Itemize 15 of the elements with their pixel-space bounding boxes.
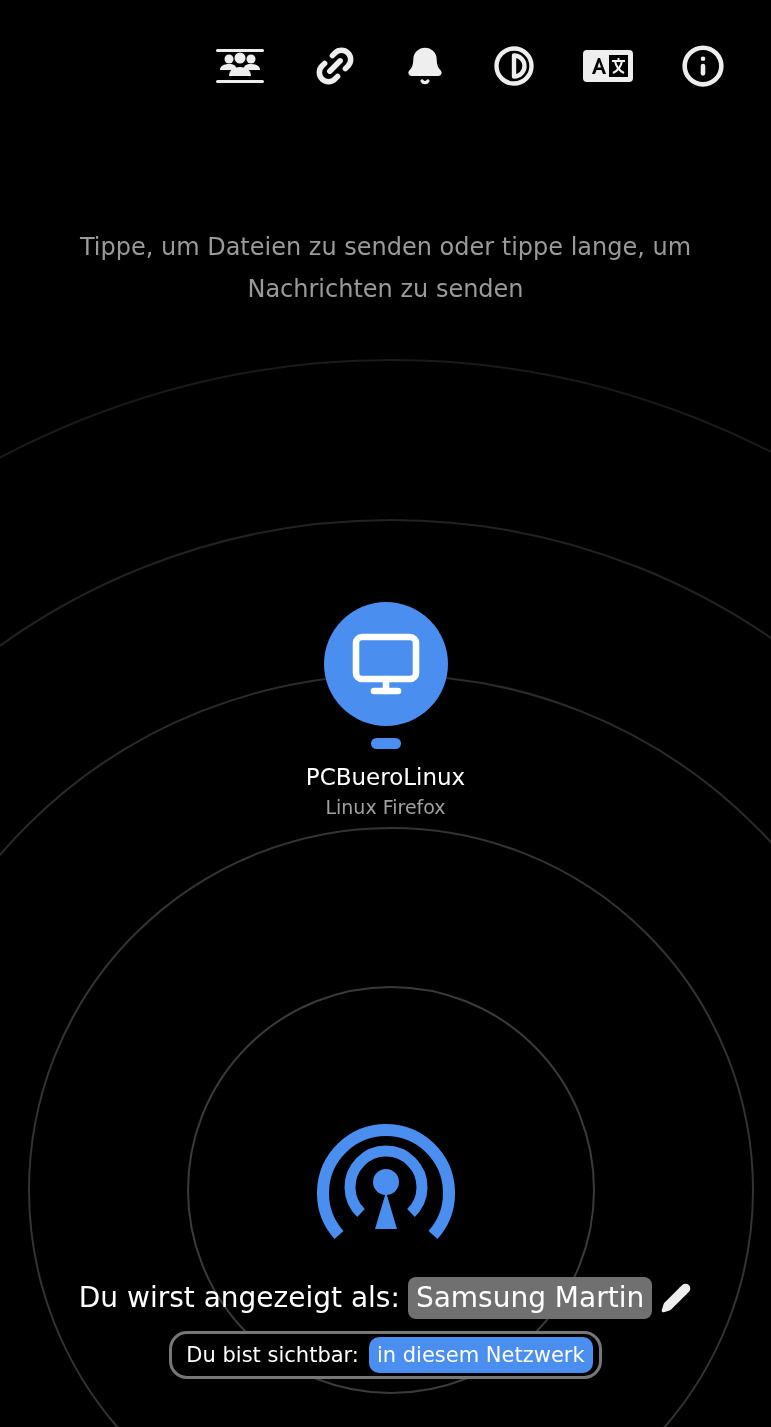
visibility-value: in diesem Netzwerk [368,1337,593,1373]
info-icon[interactable] [681,44,725,88]
bell-icon[interactable] [405,46,445,86]
visibility-label: Du bist sichtbar: [186,1342,359,1369]
translate-icon[interactable] [583,50,633,82]
edit-icon[interactable] [660,1282,693,1314]
device-indicator [370,738,401,749]
display-name-value: Samsung Martin [407,1277,653,1319]
group-icon[interactable] [215,49,265,83]
display-name-label: Du wirst angezeigt als: [78,1280,400,1316]
device-name: PCBueroLinux [305,763,466,792]
hint-text: Tippe, um Dateien zu senden oder tippe lange, um Nachrichten zu senden [78,232,693,305]
visibility-pill[interactable]: Du bist sichtbar: in diesem Netzwerk [169,1331,602,1379]
contrast-icon[interactable] [493,45,535,87]
device-platform: Linux Firefox [325,795,446,820]
